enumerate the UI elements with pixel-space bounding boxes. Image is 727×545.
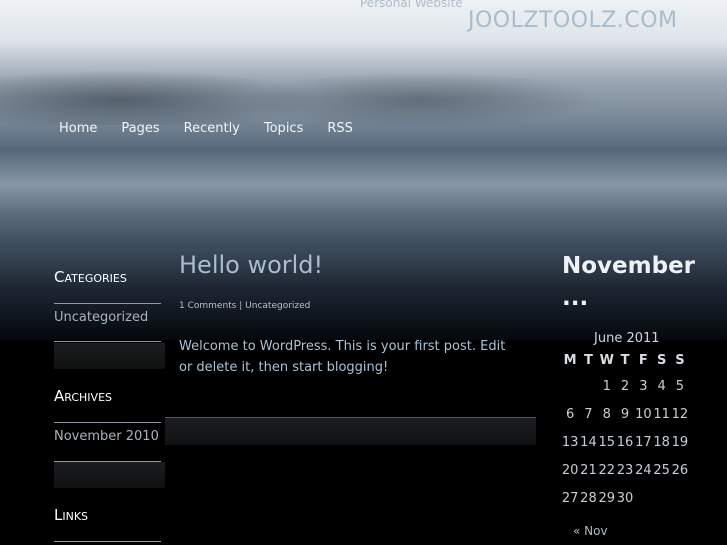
calendar-prev-link[interactable]: « Nov <box>573 524 608 538</box>
calendar-day-header: T <box>584 352 593 368</box>
calendar-week: 20 21 22 23 24 25 26 <box>561 456 689 484</box>
calendar-day-header: F <box>638 352 648 368</box>
calendar-day-header: S <box>675 352 685 368</box>
calendar-week: 6 7 8 9 10 11 12 <box>561 400 689 428</box>
nav-topics[interactable]: Topics <box>264 121 303 136</box>
divider <box>54 541 161 542</box>
calendar-day <box>671 484 689 512</box>
divider <box>54 341 161 342</box>
calendar-day: 10 <box>635 406 652 422</box>
calendar-week: 13 14 15 16 17 18 19 <box>561 428 689 456</box>
comments-link[interactable]: 1 Comments <box>179 301 236 311</box>
calendar-day: 29 <box>598 490 616 506</box>
archive-link[interactable]: November 2010 <box>54 429 159 444</box>
calendar-day: 26 <box>671 462 689 478</box>
calendar-day: 8 <box>602 406 611 422</box>
calendar-day: 15 <box>598 434 616 450</box>
calendar-day <box>634 484 652 512</box>
post-footer <box>165 417 536 445</box>
nav-home[interactable]: Home <box>59 121 97 136</box>
site-tagline: Personal Website <box>360 0 463 10</box>
calendar-day: 27 <box>561 490 579 506</box>
calendar-day: 16 <box>616 434 634 450</box>
main-nav: Home Pages Recently Topics RSS <box>59 121 377 136</box>
post-title[interactable]: Hello world! <box>179 251 323 279</box>
site-title[interactable]: JOOLZTOOLZ.COM <box>468 8 678 33</box>
meta-separator: | <box>239 301 243 311</box>
post-meta: 1 Comments | Uncategorized <box>179 301 310 311</box>
calendar-day: 9 <box>620 406 630 422</box>
nav-recently[interactable]: Recently <box>184 121 240 136</box>
calendar-day: 23 <box>616 462 634 478</box>
links-heading: Links <box>54 506 89 524</box>
calendar-day: 24 <box>635 462 652 478</box>
archives-heading: Archives <box>54 387 113 405</box>
calendar-table: MTWTFSS 1 2 3 4 5 6 7 8 9 10 11 12 13 14 15 16 17 18 19 20 2… <box>561 348 689 512</box>
calendar-day: 22 <box>598 462 616 478</box>
calendar-day: 17 <box>635 434 652 450</box>
calendar-day: 2 <box>620 378 630 394</box>
calendar-week: 12345 <box>561 372 689 400</box>
calendar-day: 20 <box>561 462 579 478</box>
categories-heading: Categories <box>54 268 127 286</box>
calendar-day: 7 <box>584 406 593 422</box>
calendar-day: 21 <box>580 462 597 478</box>
category-link[interactable]: Uncategorized <box>245 301 310 311</box>
calendar-day-header: W <box>599 352 614 368</box>
calendar-day: 1 <box>602 378 611 394</box>
calendar-day: 18 <box>653 434 670 450</box>
calendar-day-header: S <box>656 352 667 368</box>
category-link[interactable]: Uncategorized <box>54 310 148 325</box>
calendar-day: 28 <box>580 490 597 506</box>
calendar-day <box>652 484 670 512</box>
nav-pages[interactable]: Pages <box>121 121 159 136</box>
divider <box>54 303 161 304</box>
nav-rss[interactable]: RSS <box>327 121 353 136</box>
calendar-day: 25 <box>653 462 670 478</box>
calendar-day: 12 <box>671 406 689 422</box>
calendar-day-header: T <box>620 352 630 368</box>
calendar-day: 3 <box>639 378 648 394</box>
calendar-caption: June 2011 <box>594 331 660 346</box>
calendar-day: 4 <box>657 378 666 394</box>
calendar-day: 30 <box>616 490 634 506</box>
calendar-day-header: M <box>563 352 577 368</box>
calendar-day <box>579 372 597 400</box>
post-body: Welcome to WordPress. This is your first… <box>179 339 506 375</box>
calendar-day: 11 <box>653 406 670 422</box>
calendar-widget-title: November ... <box>562 253 696 311</box>
calendar-day: 5 <box>675 378 685 394</box>
divider <box>54 422 161 423</box>
calendar-day: 19 <box>671 434 689 450</box>
calendar-day: 14 <box>580 434 597 450</box>
trees-image <box>0 55 727 125</box>
calendar-day <box>561 372 579 400</box>
calendar-day: 13 <box>561 434 579 450</box>
calendar-week: 27 28 29 30 <box>561 484 689 512</box>
widget-footer <box>54 462 165 488</box>
widget-footer <box>54 343 165 369</box>
calendar-day: 6 <box>566 406 575 422</box>
